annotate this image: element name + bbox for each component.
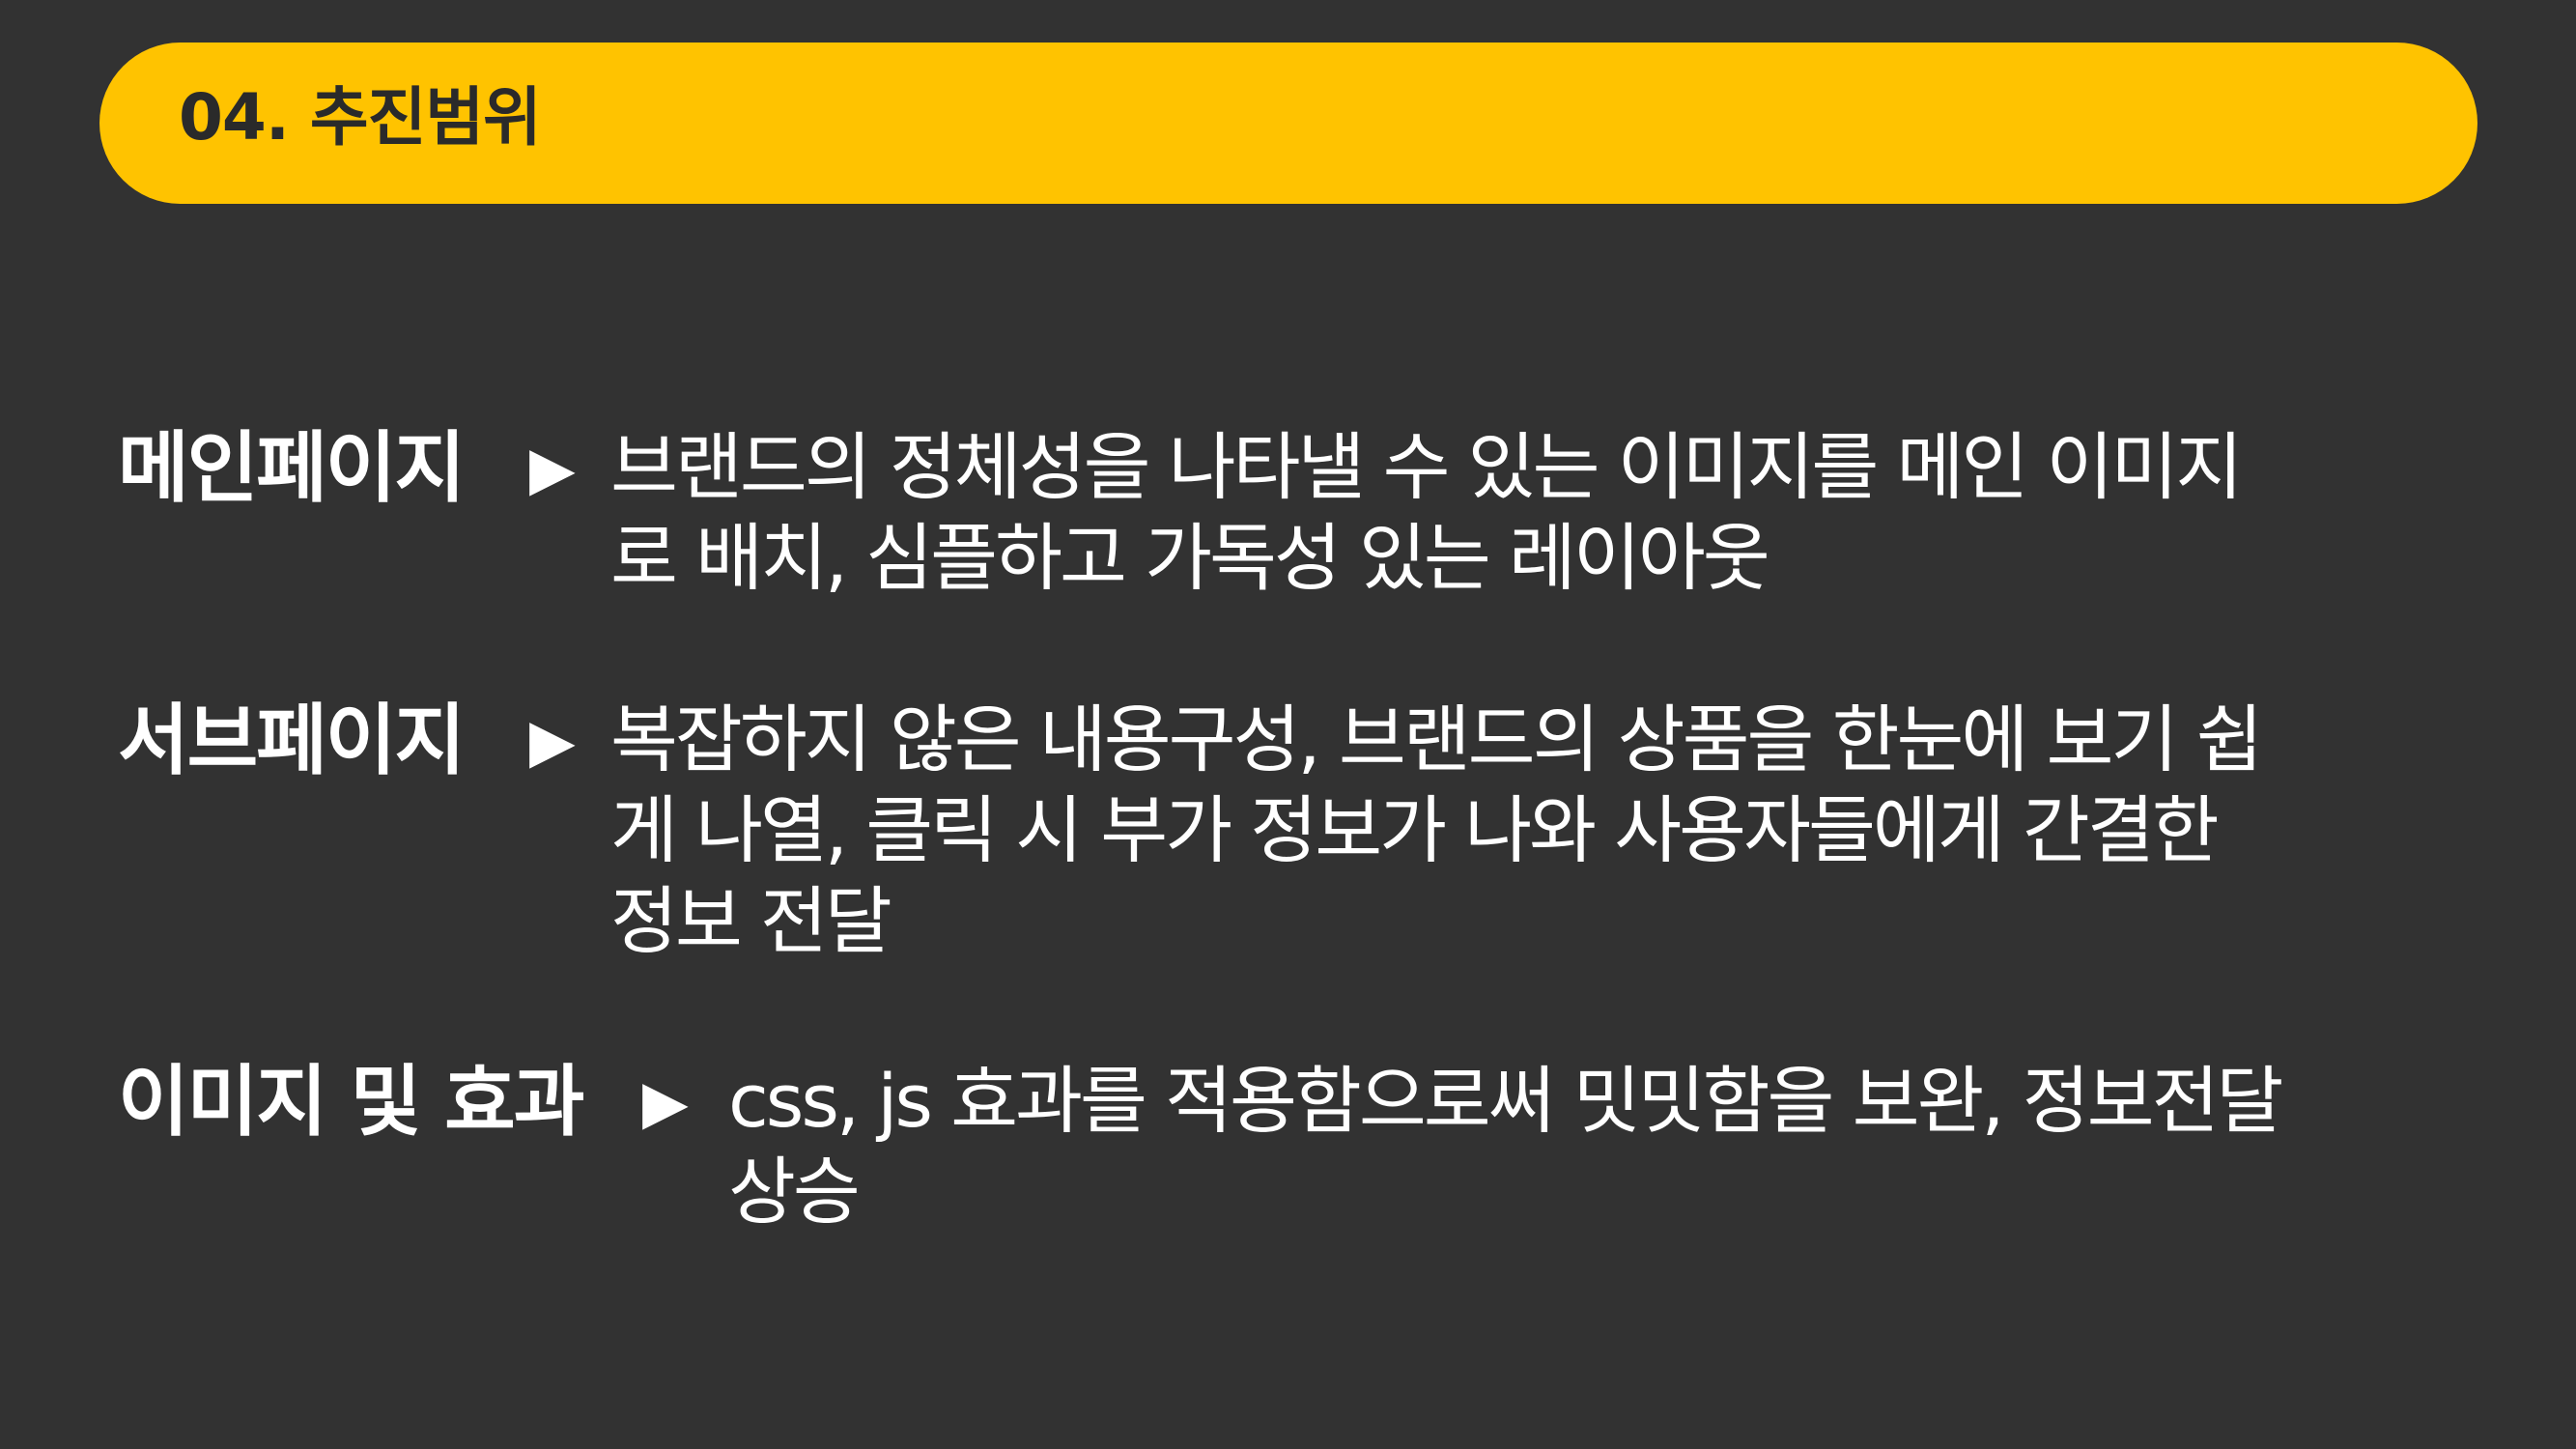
description-line: 복잡하지 않은 내용구성, 브랜드의 상품을 한눈에 보기 쉽 [610, 696, 2263, 782]
item-description: 복잡하지 않은 내용구성, 브랜드의 상품을 한눈에 보기 쉽 게 나열, 클릭… [610, 695, 2263, 967]
description-line: css, js 효과를 적용함으로써 밋밋함을 보완, 정보전달 [728, 1058, 2283, 1144]
description-line: 브랜드의 정체성을 나타낼 수 있는 이미지를 메인 이미지 [610, 424, 2243, 510]
item-label: 메인페이지 [118, 423, 466, 513]
item-label: 이미지 및 효과 [118, 1057, 584, 1147]
title-banner: 04. 추진범위 [99, 43, 2477, 204]
description-line: 게 나열, 클릭 시 부가 정보가 나와 사용자들에게 간결한 [610, 787, 2220, 873]
arrow-right-icon: ▶ [642, 1066, 689, 1137]
description-line: 로 배치, 심플하고 가독성 있는 레이아웃 [610, 515, 1770, 601]
item-label: 서브페이지 [118, 696, 466, 785]
slide-title: 04. 추진범위 [179, 80, 542, 155]
description-line: 상승 [728, 1149, 861, 1235]
item-description: css, js 효과를 적용함으로써 밋밋함을 보완, 정보전달 상승 [728, 1056, 2283, 1237]
arrow-right-icon: ▶ [529, 705, 576, 776]
item-description: 브랜드의 정체성을 나타낼 수 있는 이미지를 메인 이미지 로 배치, 심플하… [610, 422, 2243, 604]
arrow-right-icon: ▶ [529, 433, 576, 503]
description-line: 정보 전달 [610, 878, 892, 964]
